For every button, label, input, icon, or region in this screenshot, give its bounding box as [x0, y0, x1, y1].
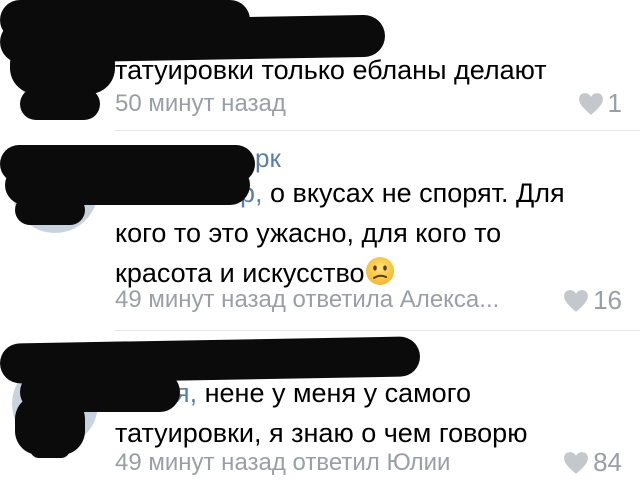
- comment-timestamp: 50 минут назад: [115, 90, 286, 117]
- redaction-mark: [15, 195, 85, 225]
- comment-timestamp: 49 минут назад ответил Юлии: [115, 449, 451, 476]
- like-count: 16: [593, 285, 622, 315]
- heart-icon: [564, 289, 588, 312]
- comment-text: я, нене у меня у самого татуировки, я зн…: [115, 373, 615, 453]
- like-button[interactable]: 1: [578, 88, 622, 119]
- heart-icon: [564, 451, 588, 474]
- redaction-mark: [30, 440, 70, 458]
- comment-timestamp: 49 минут назад ответила Алекса...: [115, 286, 500, 313]
- redaction-mark: [20, 88, 100, 120]
- confused-face-emoji: [365, 257, 394, 285]
- like-count: 84: [593, 447, 622, 477]
- text-line: татуировки, я знаю о чем говорю: [115, 418, 528, 448]
- heart-icon: [578, 92, 603, 115]
- like-button[interactable]: 84: [563, 447, 622, 478]
- like-count: 1: [607, 88, 622, 118]
- author-name[interactable]: рк: [255, 143, 281, 174]
- redaction-mark: [10, 38, 115, 94]
- text-line: кого то это ужасно, для кого то: [115, 218, 502, 248]
- like-button[interactable]: 16: [563, 285, 622, 316]
